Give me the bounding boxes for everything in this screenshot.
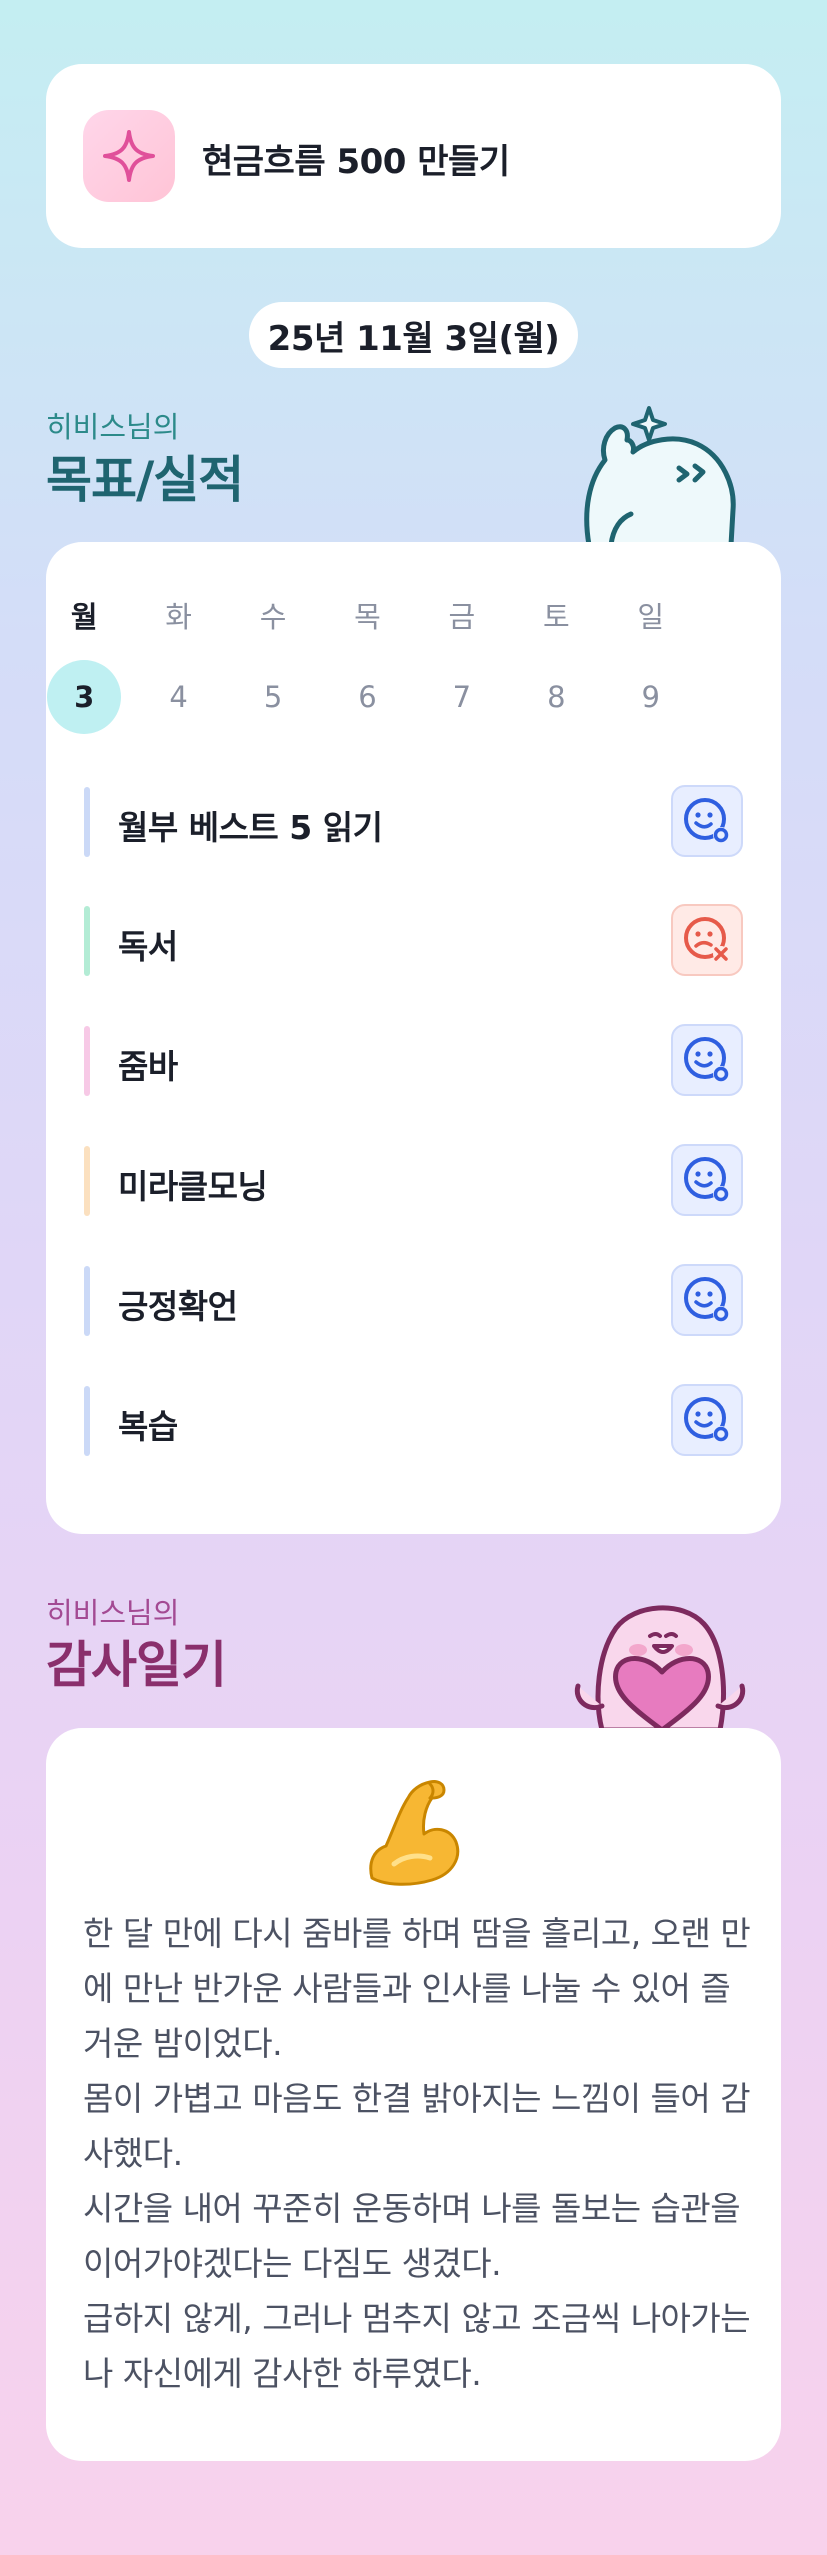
date-cell[interactable]: 8	[519, 660, 593, 734]
smile-check-icon[interactable]	[671, 1264, 743, 1336]
weekday-tue: 화	[165, 600, 192, 634]
goal-title: 현금흐름 500 만들기	[202, 142, 510, 182]
weekday-names: 월 화 수 목 금 토 일	[37, 594, 698, 634]
flexed-biceps-icon	[369, 1780, 460, 1886]
week-dates: 3 4 5 6 7 8 9	[37, 660, 698, 734]
weekday-sat: 토	[542, 600, 570, 634]
task-label: 복습	[118, 1407, 178, 1446]
goal-card[interactable]: 현금흐름 500 만들기	[46, 64, 781, 248]
weekday-wed: 수	[259, 600, 287, 634]
date-cell[interactable]: 7	[425, 660, 499, 734]
gratitude-section-title: 감사일기	[46, 1636, 227, 1694]
task-color-bar	[84, 906, 90, 976]
task-label: 독서	[118, 927, 178, 966]
task-item[interactable]: 독서	[84, 902, 744, 978]
date-cell[interactable]: 9	[614, 660, 688, 734]
weekday-fri: 금	[448, 600, 476, 634]
heart-mascot-icon	[574, 1605, 746, 1730]
task-color-bar	[84, 1266, 90, 1336]
ghost-mascot-icon	[584, 406, 736, 545]
task-color-bar	[84, 1386, 90, 1456]
diary-text: 한 달 만에 다시 줌바를 하며 땀을 흘리고, 오랜 만에 만난 반가운 사람…	[83, 1906, 753, 2401]
task-label: 긍정확언	[118, 1287, 238, 1326]
task-item[interactable]: 긍정확언	[84, 1262, 744, 1338]
date-cell[interactable]: 4	[142, 660, 216, 734]
diary-line: 한 달 만에 다시 줌바를 하며 땀을 흘리고, 오랜 만에 만난 반가운 사람…	[83, 1914, 751, 2063]
task-item[interactable]: 미라클모닝	[84, 1142, 744, 1218]
smile-check-icon[interactable]	[671, 785, 743, 857]
weekday-sun: 일	[637, 600, 665, 634]
task-item[interactable]: 월부 베스트 5 읽기	[84, 783, 744, 859]
task-label: 줌바	[118, 1047, 178, 1086]
smile-check-icon[interactable]	[671, 1144, 743, 1216]
sad-cross-icon[interactable]	[671, 904, 743, 976]
gratitude-diary-card[interactable]: 한 달 만에 다시 줌바를 하며 땀을 흘리고, 오랜 만에 만난 반가운 사람…	[46, 1728, 781, 2461]
task-color-bar	[84, 1026, 90, 1096]
task-label: 월부 베스트 5 읽기	[118, 808, 383, 847]
goals-section-title: 목표/실적	[46, 451, 244, 509]
diary-line: 몸이 가볍고 마음도 한결 밝아지는 느낌이 들어 감사했다.	[83, 2079, 751, 2173]
weekday-thu: 목	[354, 600, 381, 634]
task-item[interactable]: 복습	[84, 1382, 744, 1458]
smile-check-icon[interactable]	[671, 1024, 743, 1096]
date-cell[interactable]: 5	[236, 660, 310, 734]
task-color-bar	[84, 1146, 90, 1216]
sparkle-icon	[83, 110, 175, 202]
task-item[interactable]: 줌바	[84, 1022, 744, 1098]
date-cell-selected[interactable]: 3	[47, 660, 122, 734]
diary-line: 급하지 않게, 그러나 멈추지 않고 조금씩 나아가는 나 자신에게 감사한 하…	[83, 2299, 751, 2393]
date-cell[interactable]: 6	[330, 660, 404, 734]
task-label: 미라클모닝	[118, 1167, 268, 1206]
diary-line: 시간을 내어 꾸준히 운동하며 나를 돌보는 습관을 이어가야겠다는 다짐도 생…	[83, 2189, 741, 2283]
task-color-bar	[84, 787, 90, 857]
date-pill[interactable]: 25년 11월 3일(월)	[249, 302, 578, 368]
weekday-mon: 월	[70, 600, 98, 634]
smile-check-icon[interactable]	[671, 1384, 743, 1456]
